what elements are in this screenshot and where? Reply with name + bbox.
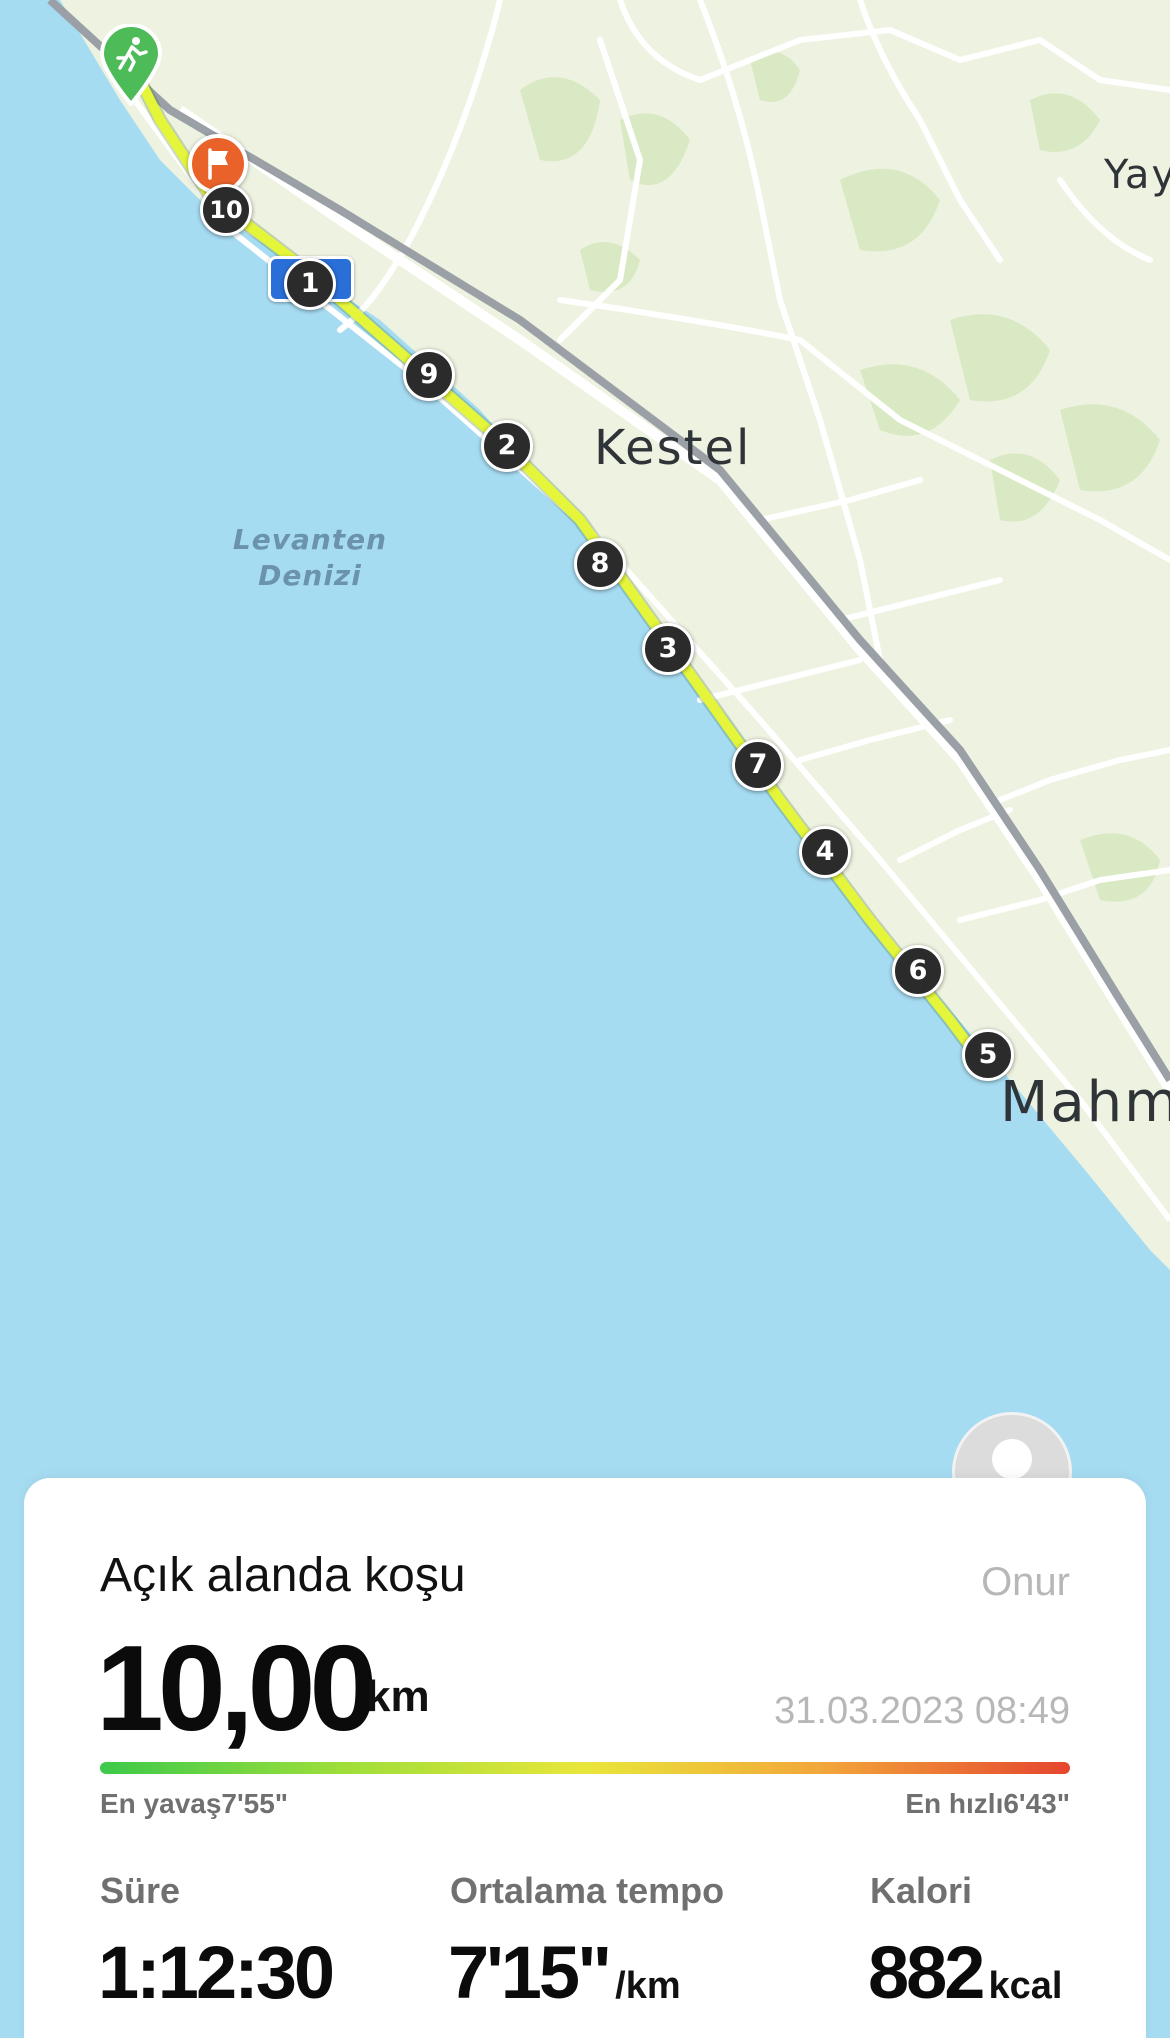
running-person-icon xyxy=(99,23,163,108)
km-marker-9[interactable]: 9 xyxy=(403,349,455,401)
km-marker-4[interactable]: 4 xyxy=(799,826,851,878)
map-label-sea: Levanten Denizi xyxy=(230,522,390,594)
map-label-yay: Yay xyxy=(1104,152,1170,198)
km-marker-2[interactable]: 2 xyxy=(481,420,533,472)
activity-title: Açık alanda koşu xyxy=(100,1549,466,1602)
map-label-mahmutlar: Mahm xyxy=(1000,1070,1170,1135)
avg-pace-number: 7'15" xyxy=(448,1931,612,2014)
finish-flag-icon xyxy=(208,148,228,180)
duration-label: Süre xyxy=(100,1870,181,1911)
calories-value: 882 kcal xyxy=(868,1930,1062,2015)
start-pin[interactable] xyxy=(98,23,164,108)
fastest-pace-label: En hızlı6'43" xyxy=(905,1788,1070,1819)
km-marker-8[interactable]: 8 xyxy=(574,538,626,590)
pace-gradient-bar xyxy=(100,1762,1070,1774)
km-marker-1[interactable]: 1 xyxy=(284,258,336,310)
slowest-pace-label: En yavaş7'55" xyxy=(100,1788,289,1819)
calories-label: Kalori xyxy=(870,1870,973,1911)
sea-label-line1: Levanten xyxy=(232,523,388,556)
km-marker-7[interactable]: 7 xyxy=(732,739,784,791)
avg-pace-label: Ortalama tempo xyxy=(450,1870,725,1911)
km-marker-6[interactable]: 6 xyxy=(892,945,944,997)
km-marker-5[interactable]: 5 xyxy=(962,1029,1014,1081)
calories-unit: kcal xyxy=(988,1965,1063,2007)
avg-pace-unit: /km xyxy=(615,1965,681,2007)
km-marker-3[interactable]: 3 xyxy=(642,623,694,675)
calories-number: 882 xyxy=(868,1931,985,2014)
sea-label-line2: Denizi xyxy=(258,559,362,592)
avg-pace-value: 7'15"/km xyxy=(448,1930,681,2015)
map-label-kestel: Kestel xyxy=(594,420,752,476)
km-marker-10[interactable]: 10 xyxy=(200,184,252,236)
duration-value: 1:12:30 xyxy=(98,1931,335,2014)
user-name: Onur xyxy=(981,1560,1070,1604)
distance-unit: km xyxy=(366,1672,430,1721)
distance-value: 10,00 xyxy=(96,1620,377,1756)
date-time: 31.03.2023 08:49 xyxy=(774,1690,1070,1732)
